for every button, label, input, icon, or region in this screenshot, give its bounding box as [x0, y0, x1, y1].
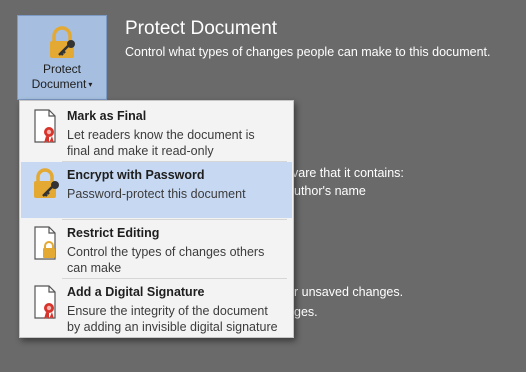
menu-item-description: Let readers know the document is final a… [67, 128, 255, 158]
doc-lock-icon [34, 226, 56, 260]
doc-ribbon-icon [34, 109, 56, 143]
chevron-down-icon: ▾ [88, 80, 93, 89]
background-text-1: vare that it contains: [292, 166, 404, 180]
section-description: Control what types of changes people can… [125, 45, 491, 59]
doc-signature-icon [34, 285, 56, 319]
menu-item-description: Control the types of changes others can … [67, 245, 265, 275]
menu-item-title: Encrypt with Password [67, 168, 205, 182]
menu-item-mark-as-final[interactable]: Mark as Final Let readers know the docum… [21, 103, 292, 161]
protect-label-line2: Document [31, 77, 87, 91]
menu-item-description: Ensure the integrity of the document by … [67, 304, 278, 334]
menu-item-restrict-editing[interactable]: Restrict Editing Control the types of ch… [21, 220, 292, 278]
menu-item-title: Add a Digital Signature [67, 285, 205, 299]
menu-item-title: Restrict Editing [67, 226, 160, 240]
background-text-3: r unsaved changes. [294, 285, 404, 299]
menu-item-title: Mark as Final [67, 109, 147, 123]
section-title: Protect Document [125, 18, 278, 39]
lock-key-icon [50, 26, 75, 58]
protect-document-menu: Mark as Final Let readers know the docum… [19, 100, 294, 338]
menu-item-add-digital-signature[interactable]: Add a Digital Signature Ensure the integ… [21, 279, 292, 337]
protect-document-button[interactable]: Protect Document ▾ [17, 15, 107, 100]
background-text-2: uthor's name [294, 184, 366, 198]
lock-key-icon [34, 168, 59, 198]
background-text-4: ges. [294, 305, 318, 319]
menu-item-encrypt-with-password[interactable]: Encrypt with Password Password-protect t… [21, 162, 292, 218]
protect-label-line1: Protect [42, 62, 81, 76]
menu-item-description: Password-protect this document [67, 187, 246, 201]
